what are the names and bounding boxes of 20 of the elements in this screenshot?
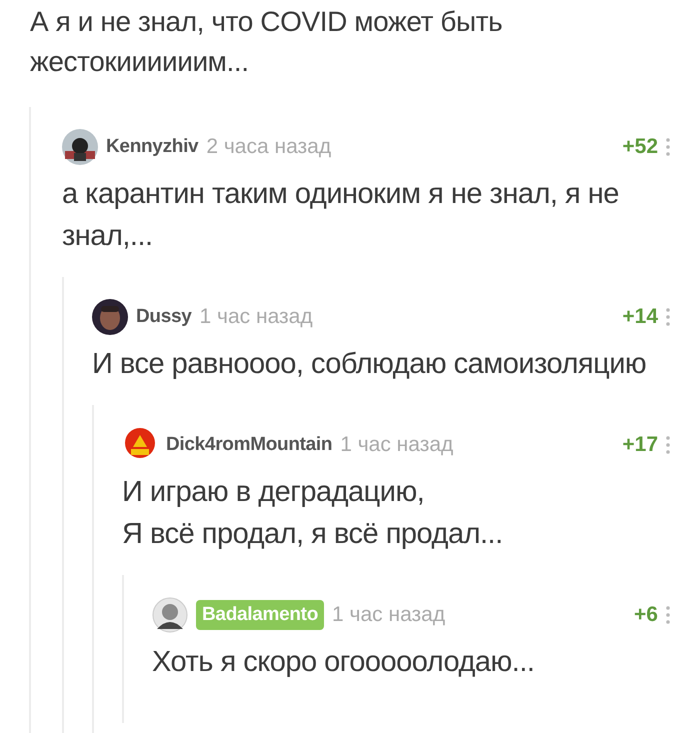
author-name[interactable]: Dick4romMountain <box>166 434 332 456</box>
more-icon[interactable] <box>666 606 670 624</box>
comment-rating: +14 <box>622 305 658 329</box>
comment-rating: +52 <box>622 135 658 159</box>
more-icon[interactable] <box>666 138 670 156</box>
comment-rating: +6 <box>634 603 658 627</box>
comment-text: а карантин таким одиноким я не знал, я не знал,... <box>62 177 620 254</box>
comment-text: И играю в деградацию, Я всё продал, я всё продал... <box>122 475 504 552</box>
comment-time: 1 час назад <box>332 603 446 627</box>
post-text: А я и не знал, что COVID может быть жестокиииииим... <box>29 5 504 79</box>
comment-text: Хоть я скоро огооооолодаю... <box>152 645 536 680</box>
more-icon[interactable] <box>666 436 670 454</box>
comment-time: 1 час назад <box>200 305 313 329</box>
comment-time: 1 час назад <box>340 433 454 457</box>
author-name[interactable]: Dussy <box>136 306 192 328</box>
more-icon[interactable] <box>666 308 670 326</box>
comment-rating: +17 <box>622 433 658 457</box>
comment-text: И все равноооо, соблюдаю самоизоляцию <box>92 347 648 382</box>
author-name[interactable]: Kennyzhiv <box>106 136 198 158</box>
comment-time: 2 часа назад <box>206 135 332 159</box>
